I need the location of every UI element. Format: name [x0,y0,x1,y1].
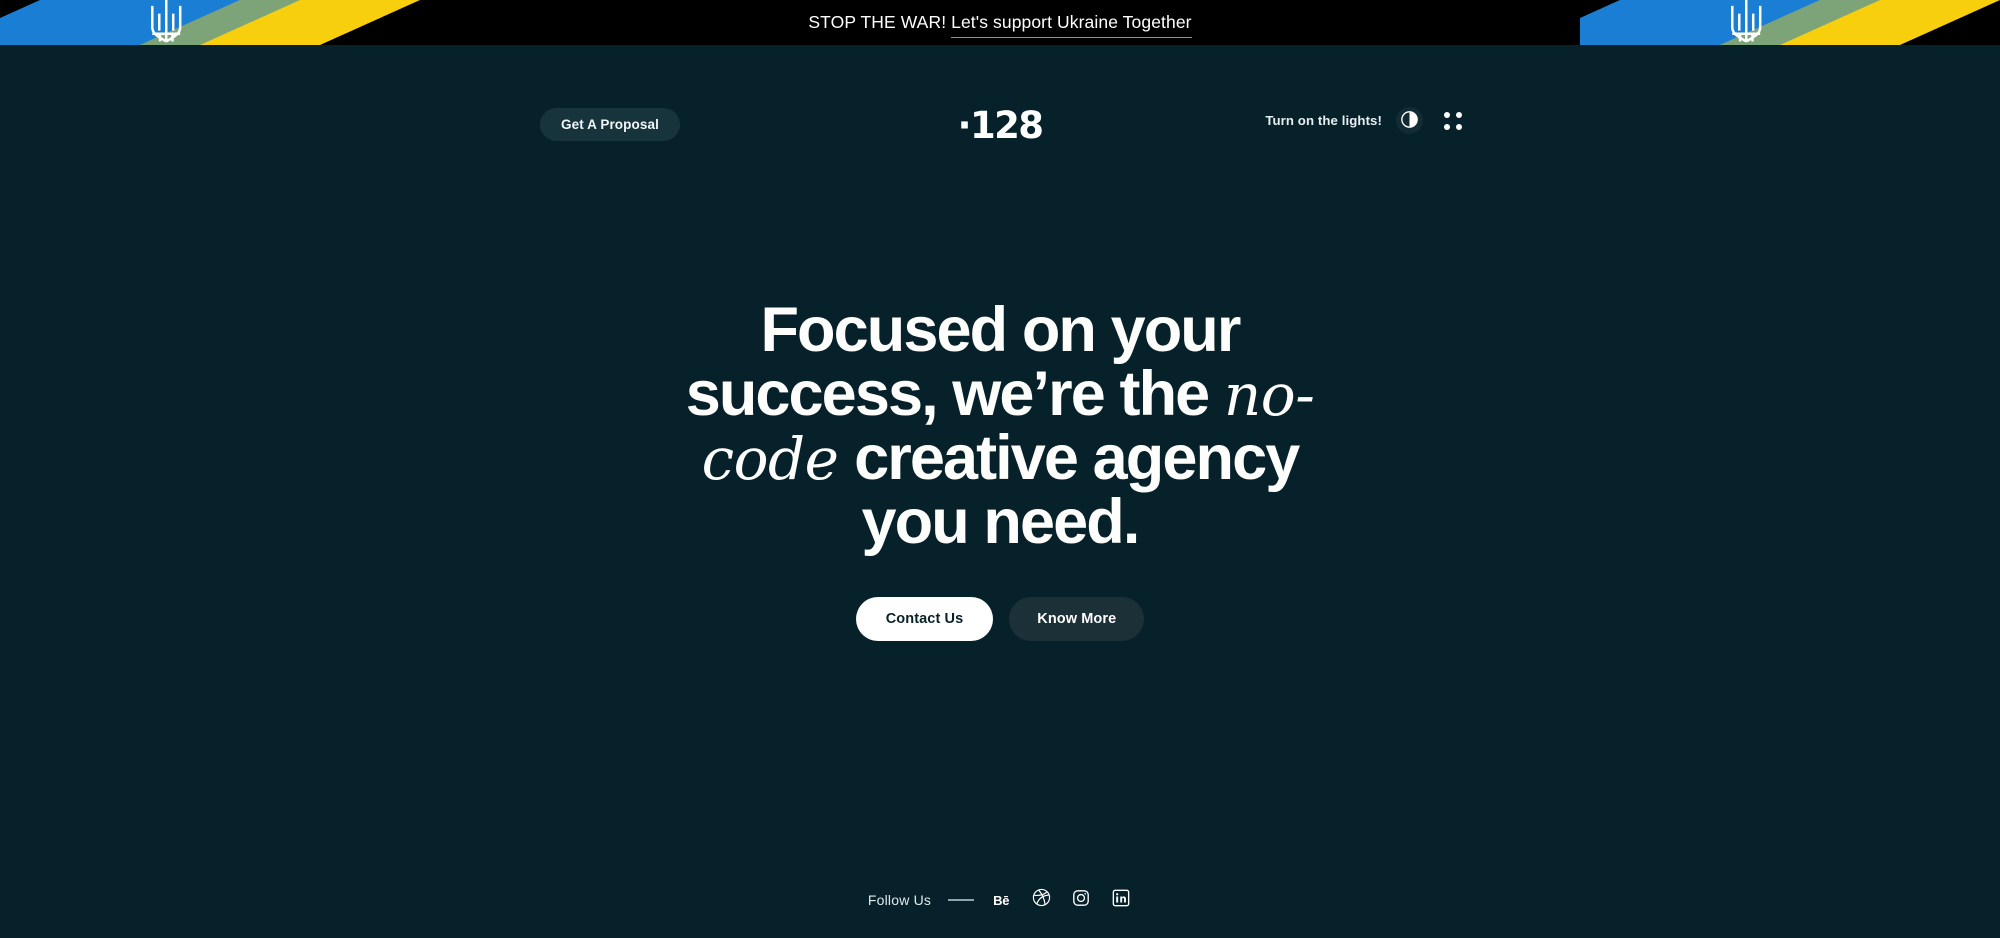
ukraine-flag-decoration-right [1580,0,2000,45]
grid-dots-menu-icon[interactable] [1444,111,1462,130]
ukraine-flag-decoration-left [0,0,420,45]
header-controls: Turn on the lights! [1265,107,1462,134]
behance-icon: Bē [993,892,1010,908]
social-link-behance[interactable]: Bē [990,889,1012,911]
menu-dot [1456,111,1462,118]
hero-cta-row: Contact Us Know More [680,596,1320,641]
divider-dash [948,899,975,901]
site-header: Get A Proposal ·128 Turn on the lights! [0,45,2000,144]
social-link-instagram[interactable] [1070,889,1092,911]
menu-dot [1456,123,1462,130]
headline-text-end: creative agency you need. [838,423,1300,558]
know-more-button[interactable]: Know More [1009,596,1145,641]
linkedin-icon [1112,889,1130,912]
theme-toggle-button[interactable] [1396,107,1423,134]
follow-us-label: Follow Us [867,892,932,908]
instagram-icon [1072,889,1090,912]
turn-on-lights-label: Turn on the lights! [1265,113,1382,128]
hero-headline: Focused on your success, we’re the no-co… [680,294,1320,558]
site-logo[interactable]: ·128 [958,107,1044,144]
headline-text-start: Focused on your success, we’re the [685,294,1242,429]
social-link-dribbble[interactable] [1030,888,1052,912]
banner-support-link[interactable]: Let's support Ukraine Together [951,12,1192,38]
get-a-proposal-button[interactable]: Get A Proposal [540,108,680,141]
contact-us-button[interactable]: Contact Us [855,596,994,641]
banner-prefix: STOP THE WAR! [808,12,947,32]
contrast-half-circle-icon [1401,110,1418,131]
landing-page: STOP THE WAR! Let's support Ukraine Toge… [0,0,2000,938]
menu-dot [1444,111,1450,118]
social-links-list: Bē [990,888,1132,912]
headline-script-code: code [701,425,839,493]
social-link-linkedin[interactable] [1110,889,1132,911]
menu-dot [1444,123,1450,130]
ukraine-support-banner: STOP THE WAR! Let's support Ukraine Toge… [0,0,2000,45]
headline-script-no: no- [1223,360,1315,429]
banner-message: STOP THE WAR! Let's support Ukraine Toge… [808,12,1192,38]
footer-social-bar: Follow Us Bē [0,862,2000,938]
dribbble-icon [1032,888,1051,912]
